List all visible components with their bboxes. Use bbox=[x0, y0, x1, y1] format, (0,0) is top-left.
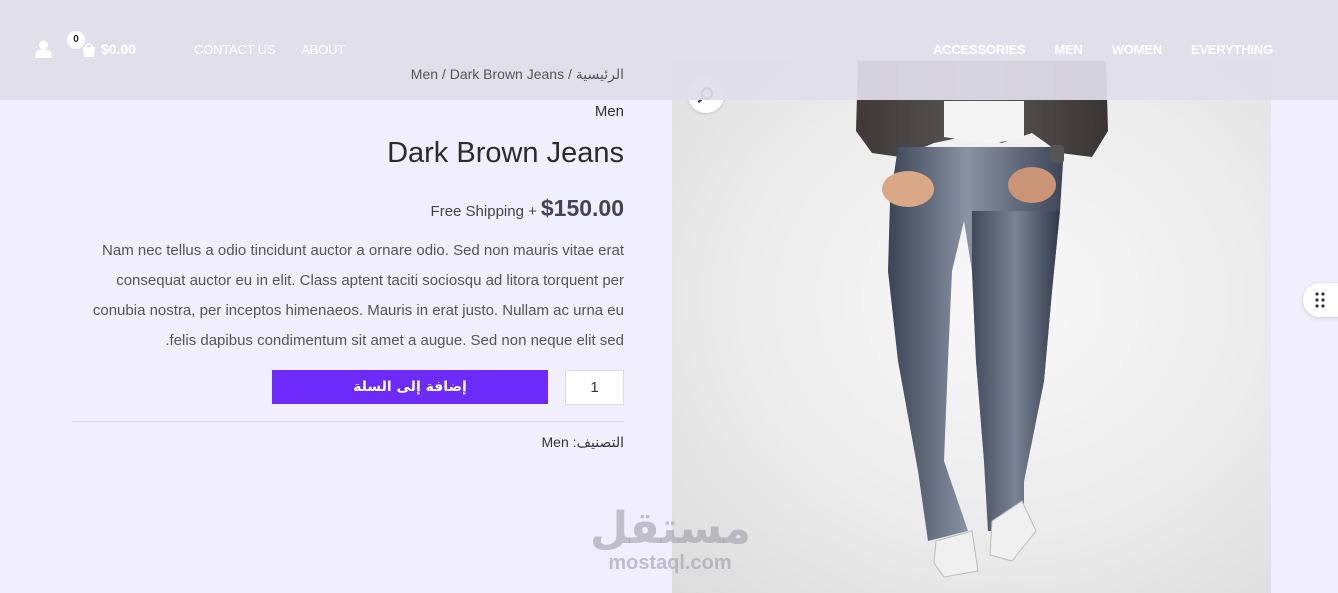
divider bbox=[72, 421, 624, 422]
nav-link-women[interactable]: WOMEN bbox=[1112, 42, 1162, 57]
product-photo bbox=[856, 61, 1108, 578]
product-image[interactable] bbox=[672, 61, 1271, 593]
watermark: مستقل mostaql.com bbox=[590, 503, 751, 574]
product-category-link[interactable]: Men bbox=[72, 103, 624, 120]
product-meta: التصنيف: Men bbox=[72, 434, 624, 451]
cart-total[interactable]: $0.00 bbox=[101, 41, 136, 57]
side-panel-toggle[interactable] bbox=[1303, 283, 1338, 317]
product-price: $150.00 bbox=[540, 195, 624, 221]
breadcrumb-category[interactable]: Men bbox=[411, 66, 438, 82]
product-description: Nam nec tellus a odio tincidunt auctor a… bbox=[92, 242, 624, 349]
breadcrumb-home[interactable]: الرئيسية bbox=[576, 66, 624, 82]
nav-link-about[interactable]: ABOUT bbox=[301, 42, 345, 57]
meta-label: التصنيف: bbox=[572, 434, 624, 450]
price-line: Free Shipping + $150.00 bbox=[72, 195, 624, 222]
grip-dots-icon bbox=[1315, 292, 1325, 308]
nav-primary: ACCESSORIES MEN WOMEN EVERYTHING bbox=[933, 42, 1273, 57]
nav-link-contact-us[interactable]: CONTACT US bbox=[194, 42, 276, 57]
nav-link-everything[interactable]: EVERYTHING bbox=[1191, 42, 1273, 57]
cart-count-badge: 0 bbox=[67, 31, 85, 49]
add-to-cart-button[interactable]: إضافة إلى السلة bbox=[272, 370, 548, 404]
site-header: 0 $0.00 CONTACT US ABOUT ACCESSORIES MEN… bbox=[0, 0, 1338, 100]
add-to-cart-form: إضافة إلى السلة 1 bbox=[72, 370, 624, 405]
watermark-arabic: مستقل bbox=[590, 503, 751, 554]
breadcrumb-current: Dark Brown Jeans bbox=[449, 66, 565, 82]
nav-link-men[interactable]: MEN bbox=[1054, 42, 1082, 57]
nav-link-accessories[interactable]: ACCESSORIES bbox=[933, 42, 1026, 57]
price-note: Free Shipping + bbox=[430, 203, 537, 220]
user-icon[interactable] bbox=[35, 40, 52, 58]
quantity-input[interactable]: 1 bbox=[565, 370, 624, 405]
meta-category-link[interactable]: Men bbox=[542, 434, 569, 450]
breadcrumb: الرئيسية / Men / Dark Brown Jeans bbox=[410, 66, 624, 82]
watermark-latin: mostaql.com bbox=[608, 552, 732, 574]
nav-secondary: CONTACT US ABOUT bbox=[194, 42, 345, 57]
product-title: Dark Brown Jeans bbox=[387, 137, 624, 169]
